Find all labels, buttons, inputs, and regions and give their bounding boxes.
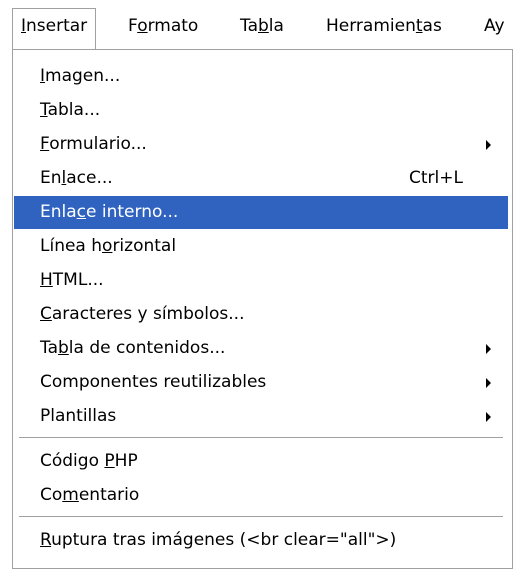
menu-item-html[interactable]: HTML...: [14, 264, 508, 297]
menu-item-componentes[interactable]: Componentes reutilizables: [14, 366, 508, 399]
submenu-arrow-icon: [486, 378, 491, 388]
menu-formato[interactable]: Formato: [120, 8, 206, 44]
shortcut-label: Ctrl+L: [409, 168, 463, 188]
submenu-arrow-icon: [486, 412, 491, 422]
menu-item-codigo-php[interactable]: Código PHP: [14, 445, 508, 478]
menu-separator: [19, 516, 503, 517]
menu-item-linea-horizontal[interactable]: Línea horizontal: [14, 230, 508, 263]
menu-item-enlace-interno[interactable]: Enlace interno...: [14, 196, 508, 229]
menu-item-formulario[interactable]: Formulario...: [14, 128, 508, 161]
menu-item-tabla[interactable]: Tabla...: [14, 94, 508, 127]
submenu-arrow-icon: [486, 140, 491, 150]
menu-item-imagen[interactable]: Imagen...: [14, 60, 508, 93]
menu-item-tabla-contenidos[interactable]: Tabla de contenidos...: [14, 332, 508, 365]
insertar-dropdown-menu: Imagen... Tabla... Formulario... Enlace.…: [12, 49, 513, 569]
menu-separator: [19, 437, 503, 438]
menu-insertar[interactable]: Insertar: [12, 8, 97, 50]
menu-item-plantillas[interactable]: Plantillas: [14, 400, 508, 433]
menu-herramientas[interactable]: Herramientas: [318, 8, 450, 44]
menu-item-enlace[interactable]: Enlace... Ctrl+L: [14, 162, 508, 195]
menu-item-ruptura[interactable]: Ruptura tras imágenes (<br clear="all">): [14, 524, 508, 557]
menu-tabla[interactable]: Tabla: [232, 8, 292, 44]
submenu-arrow-icon: [486, 344, 491, 354]
menu-item-caracteres[interactable]: Caracteres y símbolos...: [14, 298, 508, 331]
menu-bar: Insertar Formato Tabla Herramientas Ay: [0, 0, 513, 50]
menu-ayuda[interactable]: Ay: [476, 8, 513, 44]
menu-item-comentario[interactable]: Comentario: [14, 479, 508, 512]
